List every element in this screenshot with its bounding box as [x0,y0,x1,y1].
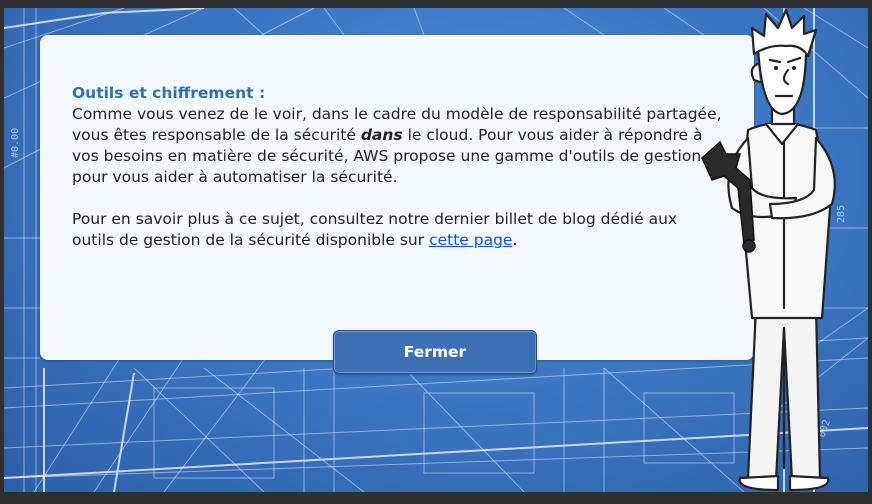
emphasis-word: dans [360,126,403,144]
panel-title: Outils et chiffrement : [72,84,266,102]
blog-link[interactable]: cette page [429,231,512,249]
close-button[interactable]: Fermer [333,330,537,374]
character-illustration [701,8,836,492]
blog-paragraph: Pour en savoir plus à ce sujet, consulte… [72,209,722,251]
slide-stage: #0.00 285 002 Outils et chiffrement : Co… [4,8,868,492]
blueprint-label: #0.00 [10,128,21,158]
panel-content: Outils et chiffrement : Comme vous venez… [72,83,722,251]
intro-paragraph: Comme vous venez de le voir, dans le cad… [72,104,722,188]
blog-text-end: . [512,231,518,249]
info-panel: Outils et chiffrement : Comme vous venez… [40,35,754,360]
blog-text-start: Pour en savoir plus à ce sujet, consulte… [72,210,678,249]
